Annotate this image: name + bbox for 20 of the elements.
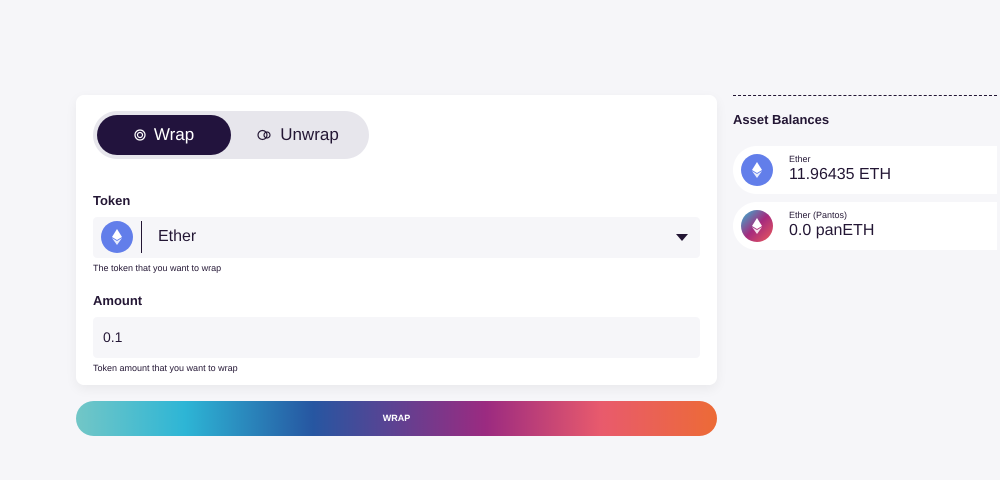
asset-name: Ether xyxy=(789,154,812,166)
token-select[interactable]: Ether xyxy=(93,216,700,258)
field-label: Amount xyxy=(93,292,144,310)
asset-amount: 0.0 panETH xyxy=(789,221,874,242)
field-hint: Token amount that you want to wrap xyxy=(93,362,239,375)
asset-name: Ether (Pantos) xyxy=(789,210,848,222)
field-hint: The token that you want to wrap xyxy=(93,262,222,275)
field-label: Token xyxy=(93,192,132,210)
ethereum-icon xyxy=(101,221,133,253)
mode-tab[interactable]: Wrap xyxy=(97,115,231,155)
ethereum-icon xyxy=(741,210,773,242)
section-title: Asset Balances xyxy=(733,111,830,129)
ethereum-icon xyxy=(741,154,773,186)
amount-field[interactable]: 0.1 xyxy=(93,316,700,358)
concentric-circles-icon xyxy=(134,129,146,141)
overlapping-circles-icon xyxy=(257,129,272,141)
asset-amount: 11.96435 ETH xyxy=(789,165,891,186)
wrap-button[interactable]: WRAP xyxy=(76,401,717,436)
mode-tab[interactable]: Unwrap xyxy=(231,115,365,155)
dropdown-caret-icon xyxy=(676,234,688,240)
